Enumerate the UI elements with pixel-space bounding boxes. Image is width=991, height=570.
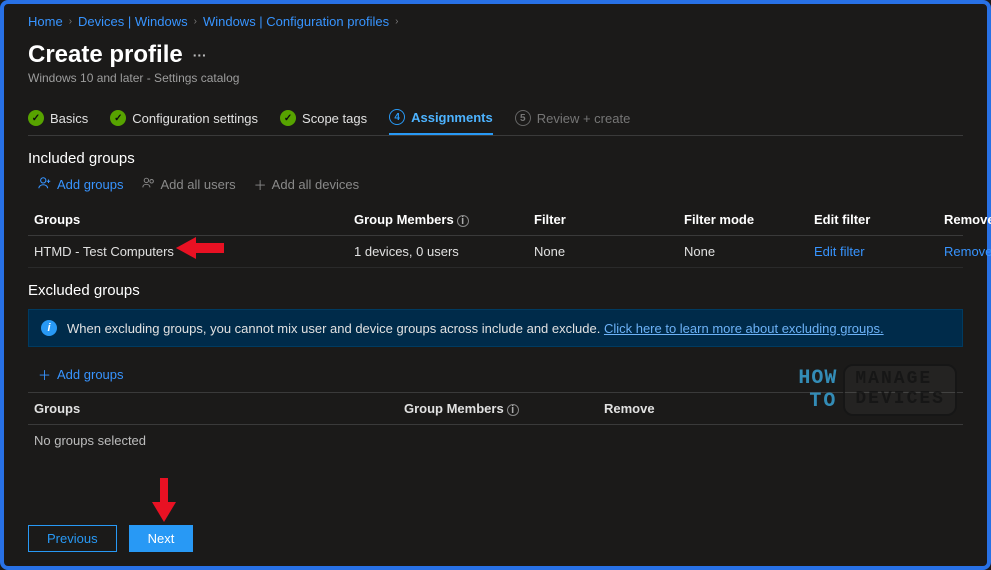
excluded-empty-text: No groups selected [34,433,404,448]
breadcrumb-home[interactable]: Home [28,14,63,29]
check-icon: ✓ [28,110,44,126]
col-members: Group Membersi [354,212,534,227]
info-icon[interactable]: i [457,215,469,227]
col-remove: Remove [944,212,991,227]
breadcrumb: Home › Devices | Windows › Windows | Con… [28,14,963,29]
step-configuration-settings[interactable]: ✓ Configuration settings [110,110,258,134]
step-assignments[interactable]: 4 Assignments [389,109,493,135]
col-filter: Filter [534,212,684,227]
annotation-arrow-right [176,235,224,261]
page-title: Create profile ··· [28,41,963,69]
check-icon: ✓ [110,110,126,126]
excluded-groups-heading: Excluded groups [28,282,963,299]
add-all-users-button[interactable]: Add all users [142,176,236,193]
previous-button[interactable]: Previous [28,525,117,552]
learn-more-link[interactable]: Click here to learn more about excluding… [604,321,884,336]
step-scope-tags[interactable]: ✓ Scope tags [280,110,367,134]
included-table-row: HTMD - Test Computers 1 devices, 0 users… [28,236,963,268]
plus-icon: ＋ [38,365,51,384]
info-icon: i [41,320,57,336]
excluded-info-box: i When excluding groups, you cannot mix … [28,309,963,347]
page-subtitle: Windows 10 and later - Settings catalog [28,71,963,85]
step-basics[interactable]: ✓ Basics [28,110,88,134]
chevron-right-icon: › [194,16,197,27]
excluded-info-text: When excluding groups, you cannot mix us… [67,321,884,336]
plus-icon: ＋ [254,175,267,194]
col-remove: Remove [604,401,764,416]
edit-filter-link[interactable]: Edit filter [814,244,944,259]
col-members: Group Membersi [404,401,604,416]
breadcrumb-config-profiles[interactable]: Windows | Configuration profiles [203,14,389,29]
cell-members: 1 devices, 0 users [354,244,534,259]
step-number-icon: 4 [389,109,405,125]
excluded-empty-row: No groups selected [28,425,963,456]
watermark-logo: HOW TO MANAGE DEVICES [798,364,957,416]
info-icon[interactable]: i [507,404,519,416]
cell-filter-mode: None [684,244,814,259]
step-number-icon: 5 [515,110,531,126]
included-table-header: Groups Group Membersi Filter Filter mode… [28,204,963,236]
col-groups: Groups [34,401,404,416]
col-edit-filter: Edit filter [814,212,944,227]
add-all-devices-button[interactable]: ＋ Add all devices [254,175,359,194]
included-groups-heading: Included groups [28,150,963,167]
col-groups: Groups [34,212,354,227]
remove-link[interactable]: Remove [944,244,991,259]
wizard-steps: ✓ Basics ✓ Configuration settings ✓ Scop… [28,109,963,136]
cell-filter: None [534,244,684,259]
chevron-right-icon: › [69,16,72,27]
breadcrumb-devices-windows[interactable]: Devices | Windows [78,14,188,29]
chevron-right-icon: › [395,16,398,27]
users-icon [142,176,156,193]
more-icon[interactable]: ··· [193,47,207,63]
check-icon: ✓ [280,110,296,126]
next-button[interactable]: Next [129,525,194,552]
annotation-arrow-down [152,478,176,522]
add-user-icon [38,176,52,193]
step-review-create: 5 Review + create [515,110,631,134]
add-groups-button[interactable]: Add groups [38,176,124,193]
col-filter-mode: Filter mode [684,212,814,227]
